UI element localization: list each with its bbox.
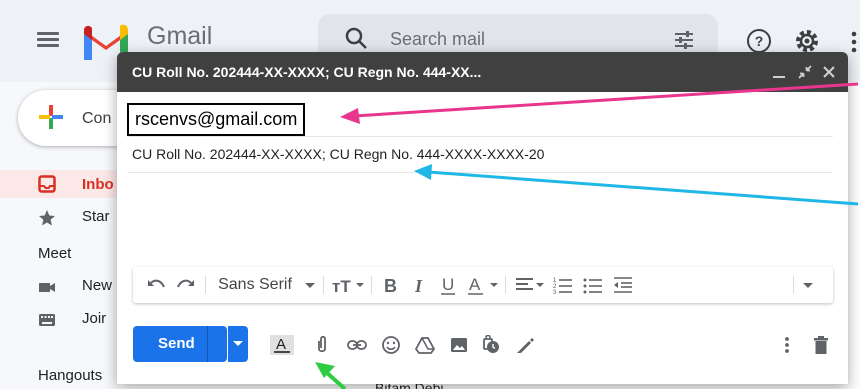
search-icon[interactable] <box>344 26 368 50</box>
send-divider <box>207 326 208 362</box>
emoji-icon[interactable] <box>381 335 401 355</box>
font-select[interactable]: Sans Serif <box>213 275 297 295</box>
video-icon <box>39 283 55 292</box>
divider <box>127 136 833 137</box>
confidential-mode-icon[interactable] <box>481 335 501 355</box>
help-icon[interactable]: ? <box>746 28 772 54</box>
text-size-icon[interactable]: тТ <box>331 275 365 295</box>
recipients-field[interactable]: rscenvs@gmail.com <box>127 103 306 136</box>
link-icon[interactable] <box>347 335 367 355</box>
subject-field[interactable]: CU Roll No. 202444-XX-XXXX; CU Regn No. … <box>132 146 544 162</box>
chevron-down-icon[interactable] <box>303 275 317 295</box>
svg-text:U: U <box>442 275 454 294</box>
align-icon[interactable] <box>515 275 545 295</box>
hangouts-section-heading: Hangouts <box>38 367 103 384</box>
toolbar-separator <box>793 276 794 294</box>
google-drive-icon[interactable] <box>415 335 435 355</box>
redo-icon[interactable] <box>175 275 197 295</box>
toolbar-separator <box>371 276 372 294</box>
formatting-toolbar: Sans Serif тТ B I U A 1 2 3 <box>133 267 833 303</box>
trash-icon[interactable] <box>811 335 831 355</box>
sidebar-item-label: Inbo <box>82 176 114 193</box>
search-options-icon[interactable] <box>672 28 696 52</box>
bulleted-list-icon[interactable] <box>583 275 603 295</box>
attachment-icon[interactable] <box>312 335 332 355</box>
svg-text:?: ? <box>755 33 764 49</box>
svg-text:тТ: тТ <box>332 277 351 295</box>
main-menu-icon[interactable] <box>37 32 59 48</box>
compose-title: CU Roll No. 202444-XX-XXXX; CU Regn No. … <box>132 64 482 80</box>
more-options-icon[interactable] <box>848 30 860 54</box>
svg-text:3: 3 <box>553 290 557 295</box>
compose-window: CU Roll No. 202444-XX-XXXX; CU Regn No. … <box>117 52 848 384</box>
gmail-brand-text: Gmail <box>147 22 213 50</box>
keyboard-icon <box>39 314 55 326</box>
bold-icon[interactable]: B <box>381 275 399 295</box>
schedule-send-button[interactable] <box>228 326 248 362</box>
underline-icon[interactable]: U <box>439 275 457 295</box>
text-color-icon[interactable]: A <box>467 275 499 295</box>
inbox-icon <box>38 175 56 193</box>
search-input[interactable]: Search mail <box>390 29 485 50</box>
exit-fullscreen-icon[interactable] <box>795 62 815 82</box>
more-options-icon[interactable] <box>781 335 793 355</box>
undo-icon[interactable] <box>145 275 167 295</box>
signature-icon[interactable] <box>515 335 535 355</box>
svg-text:A: A <box>276 336 286 353</box>
italic-icon[interactable]: I <box>411 275 429 295</box>
svg-text:A: A <box>469 275 481 294</box>
indent-less-icon[interactable] <box>613 275 633 295</box>
sidebar-item-label[interactable]: Joir <box>82 310 106 327</box>
more-formatting-icon[interactable] <box>801 275 815 295</box>
gear-icon[interactable] <box>793 27 821 55</box>
close-icon[interactable] <box>819 62 839 82</box>
numbered-list-icon[interactable]: 1 2 3 <box>553 275 573 295</box>
insert-photo-icon[interactable] <box>449 335 469 355</box>
send-button[interactable]: Send <box>133 326 227 362</box>
chevron-down-icon <box>233 341 243 346</box>
toolbar-separator <box>205 276 206 294</box>
compose-button-label: Con <box>82 110 112 127</box>
svg-text:B: B <box>384 276 397 295</box>
sidebar-item-label[interactable]: Star <box>82 208 110 225</box>
star-icon <box>39 210 55 226</box>
sidebar-item-label[interactable]: New <box>82 277 112 294</box>
minimize-icon[interactable] <box>769 62 789 82</box>
plus-icon <box>39 105 63 129</box>
formatting-options-icon[interactable]: A <box>270 335 294 355</box>
send-button-label: Send <box>158 335 195 352</box>
toolbar-separator <box>505 276 506 294</box>
divider <box>127 172 833 173</box>
svg-text:I: I <box>414 276 423 295</box>
compose-header: CU Roll No. 202444-XX-XXXX; CU Regn No. … <box>117 52 848 92</box>
toolbar-separator <box>323 276 324 294</box>
meet-section-heading: Meet <box>38 245 72 262</box>
